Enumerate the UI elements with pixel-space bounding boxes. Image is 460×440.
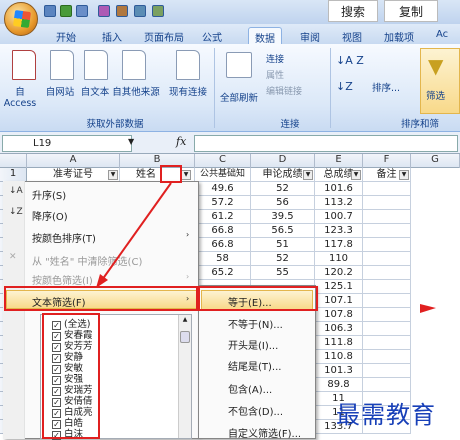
arrow-head <box>96 274 108 288</box>
office-button[interactable] <box>4 2 38 36</box>
annotation-arrows <box>96 182 436 313</box>
right-pointer-icon <box>420 304 436 313</box>
watermark: 最需教育 <box>336 401 436 429</box>
arrow-line <box>101 182 172 281</box>
office-logo-icon <box>12 9 32 29</box>
